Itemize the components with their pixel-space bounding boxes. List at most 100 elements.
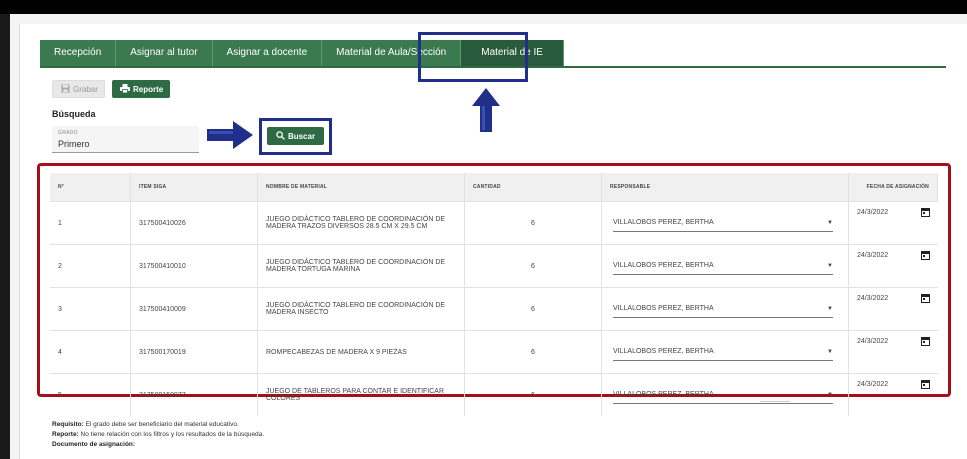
col-header-item-siga: ITEM SIGA (130, 173, 258, 202)
nombre-line: JUEGO DE TABLEROS PARA CONTAR E IDENTIFI… (266, 388, 445, 395)
cell-cantidad: 6 (464, 287, 602, 331)
responsable-value: VILLALOBOS PEREZ, BERTHA (613, 219, 714, 226)
grado-select[interactable]: GRADO Primero (52, 126, 199, 153)
note-requisito-label: Requisito: (52, 421, 84, 428)
responsable-select[interactable]: VILLALOBOS PEREZ, BERTHA ▼ (613, 387, 833, 404)
col-header-numero: N° (50, 173, 131, 202)
cell-item-siga: 317500410010 (130, 244, 258, 288)
calendar-icon[interactable] (920, 294, 930, 303)
responsable-select[interactable]: VILLALOBOS PEREZ, BERTHA ▼ (613, 258, 833, 275)
caret-down-icon: ▼ (827, 305, 833, 312)
cell-nombre: JUEGO DIDÁCTICO TABLERO DE COORDINACIÓN … (257, 287, 465, 331)
table-row: 2 317500410010 JUEGO DIDÁCTICO TABLERO D… (50, 244, 938, 288)
responsable-select[interactable]: VILLALOBOS PEREZ, BERTHA ▼ (613, 344, 833, 361)
responsable-value: VILLALOBOS PEREZ, BERTHA (613, 348, 714, 355)
search-icon (276, 130, 285, 142)
cell-nombre: JUEGO DE TABLEROS PARA CONTAR E IDENTIFI… (257, 373, 465, 416)
window-left-edge (0, 14, 10, 459)
cell-nombre: ROMPECABEZAS DE MADERA X 9 PIEZAS (257, 330, 465, 374)
fecha-value: 24/3/2022 (857, 295, 889, 302)
table-row: 4 317500170019 ROMPECABEZAS DE MADERA X … (50, 330, 938, 374)
printer-icon (120, 83, 130, 95)
pagination-indicator (760, 401, 790, 402)
note-requisito-text: El grado debe ser beneficiario del mater… (83, 421, 239, 428)
save-icon (61, 83, 70, 95)
cell-responsable: VILLALOBOS PEREZ, BERTHA ▼ (601, 373, 849, 416)
note-reporte: Reporte: No tiene relación con los filtr… (52, 430, 264, 440)
table-row: 1 317500410026 JUEGO DIDÁCTICO TABLERO D… (50, 201, 938, 245)
cell-cantidad: 6 (464, 373, 602, 416)
calendar-icon[interactable] (920, 251, 930, 260)
tab-asignar-docente[interactable]: Asignar a docente (212, 40, 323, 66)
reporte-button[interactable]: Reporte (112, 80, 170, 98)
cell-cantidad: 6 (464, 244, 602, 288)
cell-fecha: 24/3/2022 (848, 373, 938, 416)
responsable-value: VILLALOBOS PEREZ, BERTHA (613, 305, 714, 312)
caret-down-icon: ▼ (827, 219, 833, 226)
cell-numero: 1 (50, 201, 131, 245)
caret-down-icon: ▼ (827, 348, 833, 355)
cell-responsable: VILLALOBOS PEREZ, BERTHA ▼ (601, 287, 849, 331)
tab-asignar-tutor[interactable]: Asignar al tutor (116, 40, 213, 66)
cell-item-siga: 317500410009 (130, 287, 258, 331)
responsable-value: VILLALOBOS PEREZ, BERTHA (613, 391, 714, 398)
col-header-cantidad: CANTIDAD (464, 173, 602, 202)
calendar-icon[interactable] (920, 337, 930, 346)
annotation-box-tab (418, 32, 528, 82)
cell-cantidad: 6 (464, 330, 602, 374)
col-header-nombre: NOMBRE DE MATERIAL (257, 173, 465, 202)
cell-nombre: JUEGO DIDÁCTICO TABLERO DE COORDINACIÓN … (257, 201, 465, 245)
nombre-line: MADERA INSECTO (266, 309, 329, 316)
table-row: 5 317500150977 JUEGO DE TABLEROS PARA CO… (50, 373, 938, 416)
responsable-select[interactable]: VILLALOBOS PEREZ, BERTHA ▼ (613, 301, 833, 318)
cell-item-siga: 317500410026 (130, 201, 258, 245)
cell-cantidad: 6 (464, 201, 602, 245)
col-header-fecha: FECHA DE ASIGNACIÓN (848, 173, 938, 202)
table-header-row: N° ITEM SIGA NOMBRE DE MATERIAL CANTIDAD… (50, 173, 938, 202)
caret-down-icon: ▼ (827, 391, 833, 398)
tab-recepcion[interactable]: Recepción (40, 40, 117, 66)
grado-value: Primero (58, 139, 90, 149)
note-reporte-label: Reporte: (52, 431, 79, 438)
fecha-value: 24/3/2022 (857, 252, 889, 259)
footer-notes: Requisito: El grado debe ser beneficiari… (52, 420, 264, 450)
cell-numero: 2 (50, 244, 131, 288)
cell-responsable: VILLALOBOS PEREZ, BERTHA ▼ (601, 244, 849, 288)
annotation-arrow-up-icon (472, 88, 500, 132)
table-row: 3 317500410009 JUEGO DIDÁCTICO TABLERO D… (50, 287, 938, 331)
calendar-icon[interactable] (920, 208, 930, 217)
fecha-value: 24/3/2022 (857, 381, 889, 388)
fecha-value: 24/3/2022 (857, 209, 889, 216)
cell-fecha: 24/3/2022 (848, 201, 938, 245)
annotation-arrow-right-icon (207, 121, 253, 149)
grabar-button[interactable]: Grabar (52, 80, 105, 98)
note-documento: Documento de asignación: (52, 440, 264, 450)
cell-fecha: 24/3/2022 (848, 244, 938, 288)
cell-item-siga: 317500170019 (130, 330, 258, 374)
note-documento-label: Documento de asignación: (52, 441, 136, 448)
nombre-line: ROMPECABEZAS DE MADERA X 9 PIEZAS (266, 348, 407, 356)
cell-responsable: VILLALOBOS PEREZ, BERTHA ▼ (601, 330, 849, 374)
nombre-line: JUEGO DIDÁCTICO TABLERO DE COORDINACIÓN … (266, 216, 446, 223)
responsable-select[interactable]: VILLALOBOS PEREZ, BERTHA ▼ (613, 215, 833, 232)
buscar-button[interactable]: Buscar (267, 127, 324, 145)
results-table: N° ITEM SIGA NOMBRE DE MATERIAL CANTIDAD… (50, 173, 938, 416)
cell-nombre: JUEGO DIDÁCTICO TABLERO DE COORDINACIÓN … (257, 244, 465, 288)
nombre-line: COLORES (266, 395, 301, 402)
cell-fecha: 24/3/2022 (848, 287, 938, 331)
nombre-line: MADERA TRAZOS DIVERSOS 28.5 CM X 29.5 CM (266, 223, 428, 230)
caret-down-icon: ▼ (827, 262, 833, 269)
nombre-line: MADERA TORTUGA MARINA (266, 266, 361, 273)
cell-numero: 3 (50, 287, 131, 331)
fecha-value: 24/3/2022 (857, 338, 889, 345)
nombre-line: JUEGO DIDÁCTICO TABLERO DE COORDINACIÓN … (266, 259, 446, 266)
responsable-value: VILLALOBOS PEREZ, BERTHA (613, 262, 714, 269)
note-reporte-text: No tiene relación con los filtros y los … (78, 431, 265, 438)
grabar-label: Grabar (73, 84, 98, 94)
reporte-label: Reporte (133, 84, 164, 94)
calendar-icon[interactable] (920, 380, 930, 389)
cell-numero: 5 (50, 373, 131, 416)
cell-fecha: 24/3/2022 (848, 330, 938, 374)
buscar-label: Buscar (287, 131, 316, 141)
grado-caption: GRADO (58, 130, 78, 136)
